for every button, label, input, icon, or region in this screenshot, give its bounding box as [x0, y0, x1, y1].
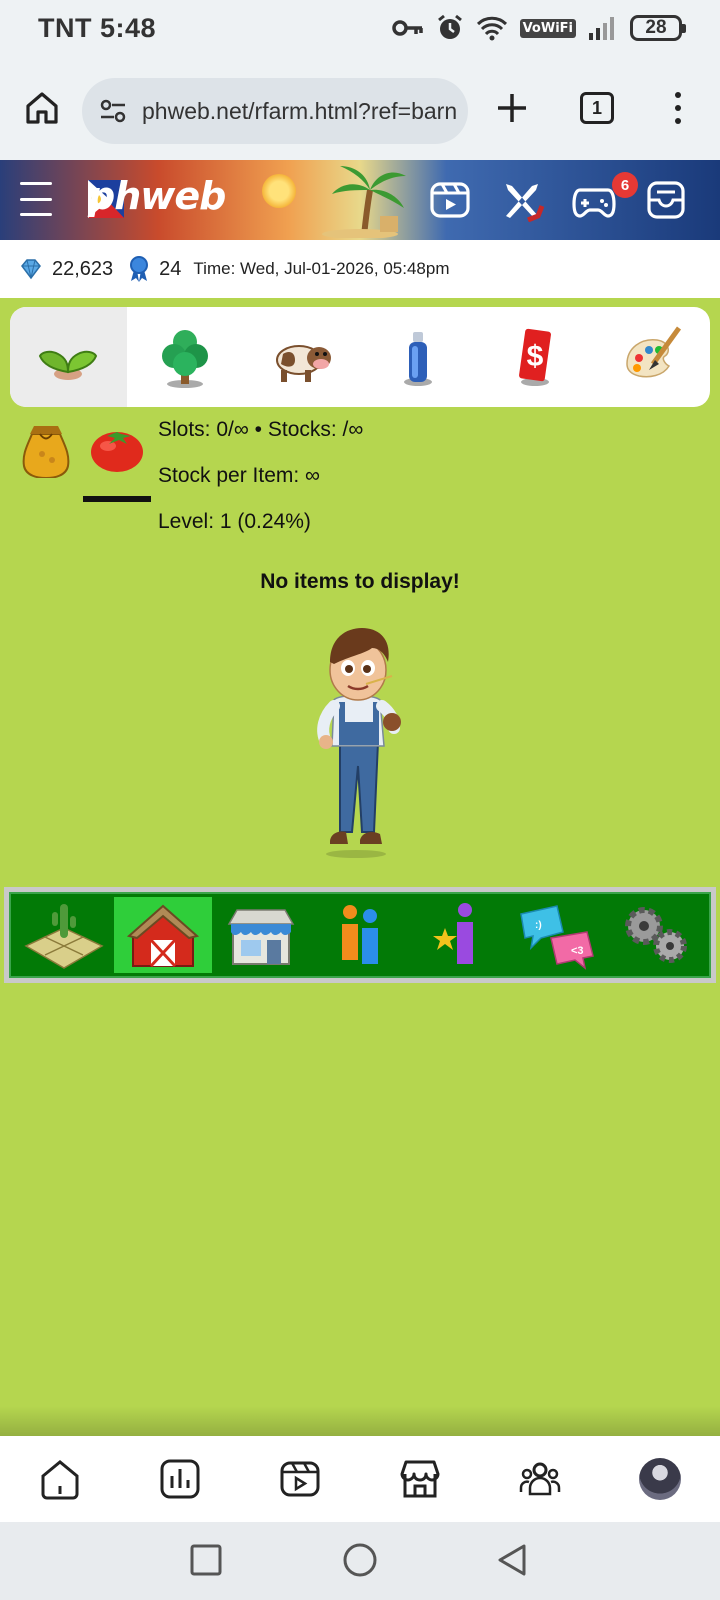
nav-shadow	[0, 1406, 720, 1436]
recents-icon[interactable]	[186, 1540, 226, 1580]
home-circle-icon[interactable]	[340, 1540, 380, 1580]
signal-icon	[589, 17, 614, 40]
spray-can-icon	[404, 332, 433, 386]
gem-count: 22,623	[52, 257, 114, 280]
back-icon[interactable]	[492, 1540, 532, 1580]
reels-icon[interactable]	[428, 178, 472, 222]
farmer-character	[317, 628, 401, 858]
store-icon	[400, 1460, 440, 1498]
key-icon	[391, 20, 423, 36]
nav-chat[interactable]: <3:)	[508, 897, 607, 973]
home-icon[interactable]	[24, 90, 60, 126]
app-nav-profile[interactable]	[630, 1449, 690, 1509]
game-navigation: <3:)	[4, 887, 716, 983]
palette-icon	[625, 326, 681, 378]
status-bar: TNT 5:48 VoWiFi 28	[0, 0, 720, 56]
ribbon-count: 24	[159, 257, 182, 280]
address-bar[interactable]: phweb.net/rfarm.html?ref=barn	[82, 78, 468, 144]
stock-per-item-text: Stock per Item: ∞	[158, 464, 321, 487]
slots-stocks-text: Slots: 0/∞ • Stocks: /∞	[158, 418, 364, 441]
nav-farm[interactable]	[15, 897, 114, 973]
selected-item-indicator	[83, 496, 151, 502]
nav-barn[interactable]	[113, 897, 213, 973]
home-icon	[41, 1460, 79, 1500]
app-nav-stats[interactable]	[150, 1449, 210, 1509]
star-person-icon	[432, 903, 473, 964]
reels-icon	[280, 1461, 320, 1497]
tab-decorations[interactable]	[593, 307, 710, 407]
app-bottom-nav	[0, 1436, 720, 1522]
groups-icon	[519, 1462, 561, 1496]
people-icon	[342, 905, 379, 964]
nav-ranking[interactable]	[409, 897, 508, 973]
sprout-icon	[39, 350, 98, 380]
site-header: phweb	[0, 160, 720, 240]
tab-animals[interactable]	[243, 307, 360, 407]
inbox-icon[interactable]	[644, 178, 688, 222]
notification-badge: 6	[612, 172, 638, 198]
svg-text::): :)	[535, 920, 542, 931]
tab-seedlings[interactable]	[10, 307, 127, 407]
status-icons: VoWiFi 28	[391, 14, 686, 42]
alarm-icon	[437, 14, 462, 39]
avatar	[639, 1458, 681, 1500]
tab-money[interactable]: $	[477, 307, 594, 407]
site-settings-icon[interactable]	[98, 96, 128, 126]
farm-plot-icon	[24, 904, 104, 969]
browser-toolbar: phweb.net/rfarm.html?ref=barn 1	[0, 56, 720, 160]
swords-icon[interactable]	[500, 178, 544, 222]
app-nav-reels[interactable]	[270, 1449, 330, 1509]
vowifi-badge: VoWiFi	[519, 18, 576, 38]
tree-icon	[162, 330, 208, 388]
chat-bubbles-icon: <3:)	[520, 905, 595, 970]
barn-icon	[126, 904, 199, 968]
system-nav-bar	[0, 1522, 720, 1600]
tab-switcher-button[interactable]: 1	[580, 92, 614, 124]
palm-tree-icon	[322, 166, 406, 238]
url-text[interactable]: phweb.net/rfarm.html?ref=barn	[142, 98, 457, 125]
battery-indicator: 28	[630, 15, 686, 41]
new-tab-icon[interactable]	[494, 90, 530, 126]
tab-trees[interactable]	[127, 307, 244, 407]
hamburger-menu-icon[interactable]	[20, 182, 52, 216]
resource-info-bar: 22,623 24 Time: Wed, Jul-01-2026, 05:48p…	[0, 240, 720, 298]
diamond-icon	[21, 259, 41, 280]
logo-text: phweb	[88, 174, 226, 218]
wifi-icon	[476, 16, 507, 41]
browser-menu-button[interactable]	[664, 90, 692, 126]
game-controller-icon[interactable]	[572, 178, 616, 222]
svg-text:<3: <3	[571, 945, 584, 957]
site-logo[interactable]: phweb	[88, 174, 226, 218]
nav-market[interactable]	[212, 897, 311, 973]
dollar-card-icon: $	[519, 328, 551, 386]
svg-text:$: $	[527, 340, 544, 373]
level-text: Level: 1 (0.24%)	[158, 510, 311, 533]
carrier-time: TNT 5:48	[38, 12, 157, 43]
tomato-icon[interactable]	[88, 422, 146, 474]
server-time: Time: Wed, Jul-01-2026, 05:48pm	[193, 259, 450, 278]
app-nav-groups[interactable]	[510, 1449, 570, 1509]
tab-products[interactable]	[360, 307, 477, 407]
app-nav-shop[interactable]	[390, 1449, 450, 1509]
empty-message: No items to display!	[260, 570, 460, 593]
seed-bag-icon[interactable]	[20, 420, 72, 478]
ribbon-icon	[130, 256, 149, 282]
app-nav-home[interactable]	[30, 1449, 90, 1509]
sun-icon	[262, 174, 296, 208]
gears-icon	[624, 907, 687, 963]
bar-chart-icon	[160, 1459, 200, 1499]
nav-settings[interactable]	[606, 897, 705, 973]
market-icon	[228, 909, 295, 965]
cow-icon	[275, 345, 331, 382]
nav-neighbors[interactable]	[311, 897, 410, 973]
category-tabs: $	[10, 307, 710, 407]
